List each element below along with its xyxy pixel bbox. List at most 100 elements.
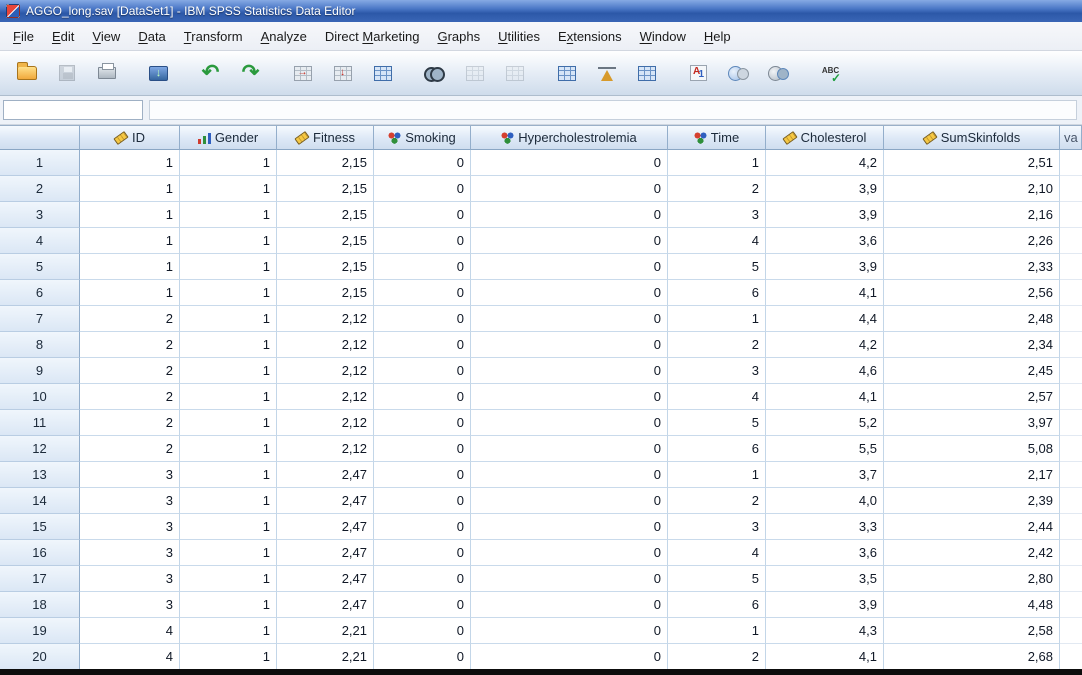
cell[interactable]: 1 (180, 462, 277, 488)
cell[interactable]: 0 (374, 254, 471, 280)
cell[interactable]: 2,34 (884, 332, 1060, 358)
insert-variable-button[interactable] (496, 57, 533, 90)
cell[interactable]: 2,12 (277, 410, 374, 436)
cell[interactable]: 2 (80, 358, 180, 384)
cell[interactable]: 4,2 (766, 332, 884, 358)
cell[interactable]: 1 (668, 150, 766, 176)
cell[interactable]: 3,97 (884, 410, 1060, 436)
cell[interactable]: 6 (668, 592, 766, 618)
cell[interactable]: 4,6 (766, 358, 884, 384)
cell[interactable]: 0 (471, 358, 668, 384)
cell[interactable]: 2,15 (277, 176, 374, 202)
cell[interactable]: 0 (374, 618, 471, 644)
menu-item[interactable]: Data (129, 24, 174, 49)
split-file-button[interactable] (548, 57, 585, 90)
cell[interactable]: 2 (668, 176, 766, 202)
cell[interactable]: 2,12 (277, 358, 374, 384)
cell[interactable]: 4,4 (766, 306, 884, 332)
menu-item[interactable]: Analyze (252, 24, 316, 49)
menu-item[interactable]: File (4, 24, 43, 49)
cell[interactable]: 1 (80, 228, 180, 254)
cell[interactable]: 2 (668, 644, 766, 669)
cell[interactable]: 1 (180, 254, 277, 280)
cell[interactable]: 1 (180, 384, 277, 410)
cell[interactable]: 2,15 (277, 228, 374, 254)
cell[interactable]: 1 (180, 514, 277, 540)
cell[interactable]: 0 (471, 280, 668, 306)
cell-reference-box[interactable] (3, 100, 143, 120)
cell[interactable]: 2 (80, 332, 180, 358)
cell-empty-var[interactable] (1060, 202, 1082, 228)
cell[interactable]: 2,57 (884, 384, 1060, 410)
column-header[interactable]: Hypercholestrolemia (471, 126, 668, 150)
cell[interactable]: 1 (180, 540, 277, 566)
weight-cases-button[interactable] (588, 57, 625, 90)
cell-editor[interactable] (149, 100, 1077, 120)
cell[interactable]: 2,21 (277, 618, 374, 644)
cell[interactable]: 2,39 (884, 488, 1060, 514)
cell-empty-var[interactable] (1060, 176, 1082, 202)
column-header[interactable]: va (1060, 126, 1082, 150)
row-number[interactable]: 13 (0, 462, 80, 488)
cell[interactable]: 0 (471, 176, 668, 202)
menu-item[interactable]: Utilities (489, 24, 549, 49)
cell[interactable]: 5 (668, 410, 766, 436)
cell[interactable]: 0 (374, 462, 471, 488)
cell[interactable]: 0 (471, 566, 668, 592)
spell-check-button[interactable]: ABC (812, 57, 849, 90)
cell[interactable]: 2,44 (884, 514, 1060, 540)
cell[interactable]: 1 (180, 358, 277, 384)
cell[interactable]: 4,3 (766, 618, 884, 644)
cell[interactable]: 2,68 (884, 644, 1060, 669)
cell[interactable]: 2,47 (277, 514, 374, 540)
cell[interactable]: 0 (374, 410, 471, 436)
cell-empty-var[interactable] (1060, 358, 1082, 384)
cell[interactable]: 2,47 (277, 592, 374, 618)
cell[interactable]: 2,21 (277, 644, 374, 669)
cell[interactable]: 3,9 (766, 254, 884, 280)
cell[interactable]: 0 (374, 592, 471, 618)
cell[interactable]: 2 (80, 410, 180, 436)
use-variable-sets-button[interactable] (720, 57, 757, 90)
row-number[interactable]: 18 (0, 592, 80, 618)
cell[interactable]: 1 (80, 150, 180, 176)
cell[interactable]: 3 (668, 202, 766, 228)
cell[interactable]: 0 (374, 176, 471, 202)
cell[interactable]: 2,47 (277, 540, 374, 566)
cell[interactable]: 2,56 (884, 280, 1060, 306)
cell-empty-var[interactable] (1060, 566, 1082, 592)
menu-item[interactable]: View (83, 24, 129, 49)
cell-empty-var[interactable] (1060, 306, 1082, 332)
title-bar[interactable]: AGGO_long.sav [DataSet1] - IBM SPSS Stat… (0, 0, 1082, 22)
cell[interactable]: 1 (180, 228, 277, 254)
recall-dialogs-button[interactable]: ↓ (140, 57, 177, 90)
row-number[interactable]: 15 (0, 514, 80, 540)
cell[interactable]: 1 (668, 618, 766, 644)
cell[interactable]: 2,12 (277, 332, 374, 358)
cell-empty-var[interactable] (1060, 280, 1082, 306)
cell[interactable]: 1 (180, 150, 277, 176)
cell[interactable]: 4,48 (884, 592, 1060, 618)
cell[interactable]: 4,1 (766, 644, 884, 669)
cell[interactable]: 1 (180, 280, 277, 306)
cell[interactable]: 1 (80, 176, 180, 202)
cell[interactable]: 2,12 (277, 306, 374, 332)
cell[interactable]: 2,45 (884, 358, 1060, 384)
cell[interactable]: 0 (374, 280, 471, 306)
cell-empty-var[interactable] (1060, 384, 1082, 410)
row-number[interactable]: 8 (0, 332, 80, 358)
row-number[interactable]: 4 (0, 228, 80, 254)
cell[interactable]: 4,1 (766, 384, 884, 410)
cell[interactable]: 0 (471, 384, 668, 410)
cell[interactable]: 0 (374, 384, 471, 410)
corner-select-all-cell[interactable] (0, 126, 80, 150)
cell[interactable]: 0 (374, 644, 471, 669)
cell[interactable]: 2,12 (277, 436, 374, 462)
column-header[interactable]: SumSkinfolds (884, 126, 1060, 150)
cell[interactable]: 4 (668, 540, 766, 566)
redo-button[interactable]: ↷ (232, 57, 269, 90)
cell[interactable]: 4,2 (766, 150, 884, 176)
cell[interactable]: 2,16 (884, 202, 1060, 228)
cell[interactable]: 0 (374, 202, 471, 228)
cell[interactable]: 0 (471, 618, 668, 644)
